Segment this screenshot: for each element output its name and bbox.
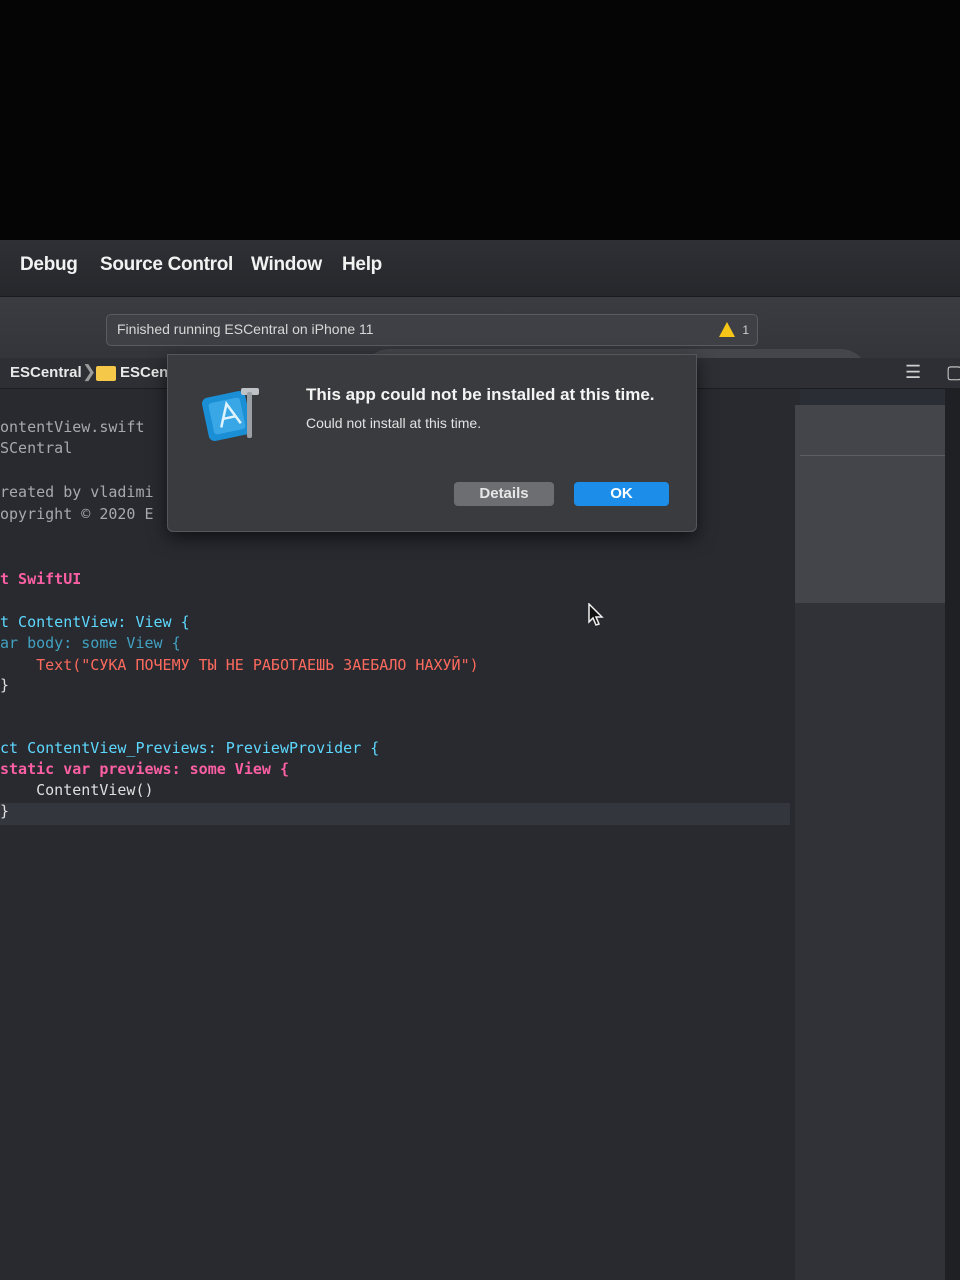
activity-status-bar[interactable]: Finished running ESCentral on iPhone 11 … [106,314,758,346]
chevron-right-icon: ❯ [82,362,97,381]
code-line-close-1: } [0,676,9,694]
static-var-declaration: static var previews: some View { [0,760,289,778]
minimap-viewport[interactable] [795,405,947,603]
comment-author: reated by vladimi [0,483,154,501]
install-error-alert: This app could not be installed at this … [167,354,697,532]
add-editor-icon[interactable]: ▢ [946,362,960,383]
mouse-pointer-icon [588,603,604,626]
menu-window[interactable]: Window [251,254,322,276]
contentview-call: ContentView() [0,781,154,799]
text-call: Text("СУКА ПОЧЕМУ ТЫ НЕ РАБОТАЕШЬ ЗАЕБАЛ… [0,656,479,674]
import-statement: t SwiftUI [0,570,82,588]
code-line-text: Text("СУКА ПОЧЕМУ ТЫ НЕ РАБОТАЕШЬ ЗАЕБАЛ… [0,656,479,674]
comment-project: SCentral [0,439,73,457]
menu-debug[interactable]: Debug [20,254,78,276]
closing-brace-2: } [0,802,10,820]
xcode-app-icon [202,388,259,441]
code-line-struct: t ContentView: View { [0,613,190,631]
body-declaration: ar body: some View { [0,634,181,652]
struct-declaration: t ContentView: View { [0,613,190,631]
alert-message: Could not install at this time. [306,415,482,431]
comment-copyright: opyright © 2020 E [0,505,154,523]
code-line-previews: ct ContentView_Previews: PreviewProvider… [0,739,379,757]
editor-options-icon[interactable]: ☰ [905,362,921,383]
code-line-1: ontentView.swift [0,418,145,436]
folder-icon [96,366,116,381]
minimap[interactable] [795,405,960,1280]
mac-screen: Debug Source Control Window Help Finishe… [0,240,960,1280]
code-line-body: ar body: some View { [0,634,181,652]
minimap-divider [800,455,950,456]
breadcrumb-group[interactable]: ESCen [120,364,168,381]
details-button[interactable]: Details [454,482,554,506]
activity-status-text: Finished running ESCentral on iPhone 11 [117,321,374,337]
warning-count: 1 [742,323,749,337]
comment-filename: ontentView.swift [0,418,145,436]
code-line-import: t SwiftUI [0,570,81,588]
ok-button[interactable]: OK [574,482,669,506]
window-edge [945,388,960,1280]
breadcrumb-project[interactable]: ESCentral [10,364,82,381]
warning-icon[interactable] [719,322,735,337]
alert-title: This app could not be installed at this … [306,385,655,404]
menu-source-control[interactable]: Source Control [100,254,233,276]
code-line-close-2: } [0,802,9,820]
code-line-2: SCentral [0,439,72,457]
code-line-contentview: ContentView() [0,781,154,799]
previews-struct-declaration: ct ContentView_Previews: PreviewProvider… [0,739,380,757]
current-line-highlight [0,803,790,825]
code-line-4: reated by vladimi [0,483,154,501]
menu-bar: Debug Source Control Window Help [0,240,960,297]
closing-brace: } [0,676,10,694]
code-line-static-var: static var previews: some View { [0,760,289,778]
code-line-5: opyright © 2020 E [0,505,154,523]
menu-help[interactable]: Help [342,254,382,276]
